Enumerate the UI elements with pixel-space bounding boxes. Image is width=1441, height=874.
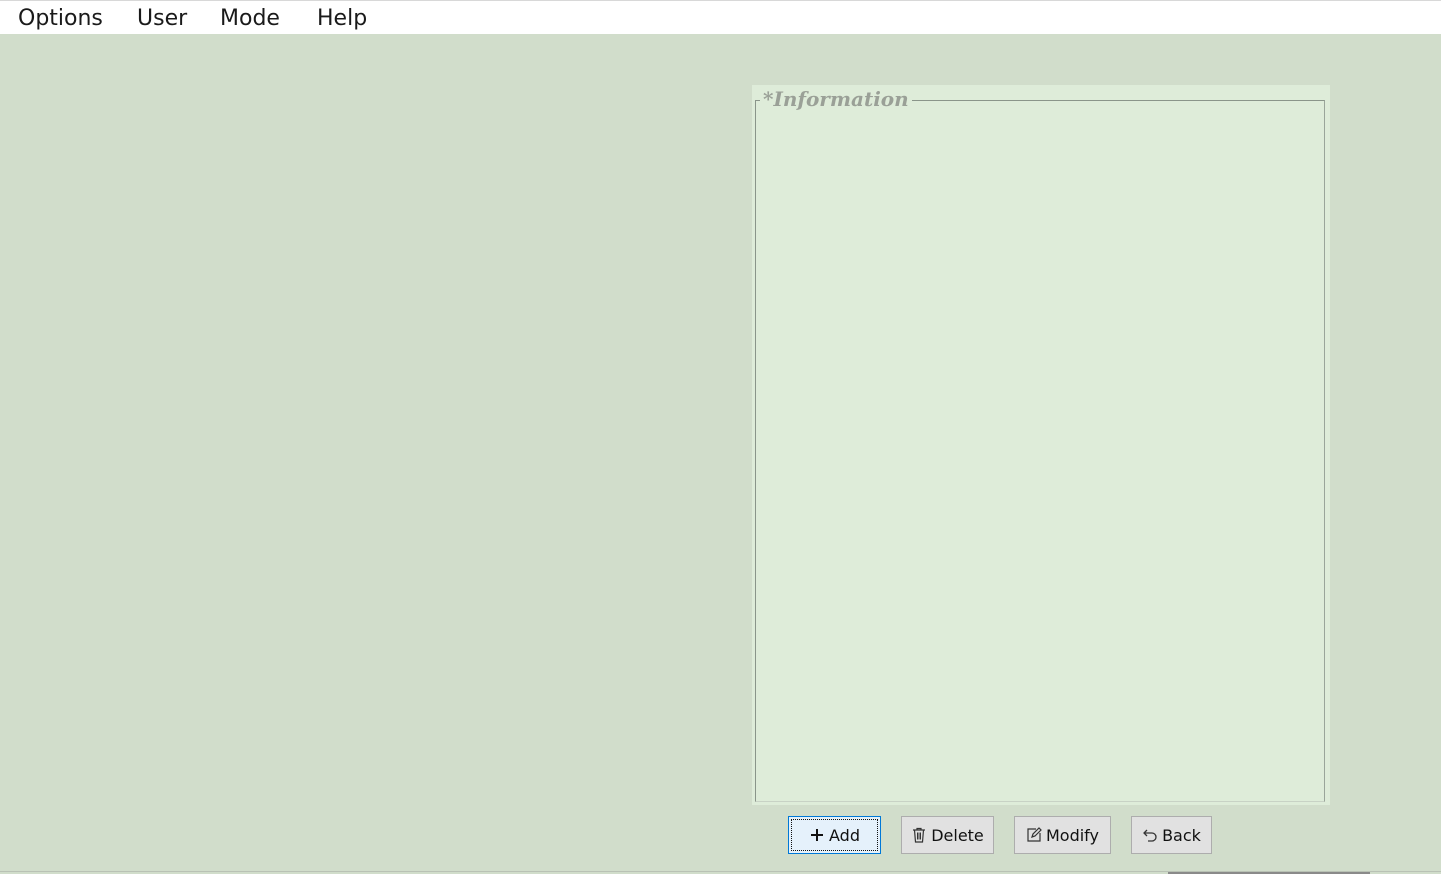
delete-button[interactable]: Delete: [901, 816, 994, 854]
modify-button[interactable]: Modify: [1014, 816, 1111, 854]
modify-button-label: Modify: [1045, 825, 1099, 845]
add-button-label: Add: [829, 825, 860, 845]
information-panel: *Information: [752, 85, 1330, 805]
edit-icon: [1026, 827, 1042, 843]
delete-button-label: Delete: [931, 825, 984, 845]
add-button[interactable]: Add: [788, 816, 881, 854]
undo-arrow-icon: [1142, 827, 1158, 843]
back-button[interactable]: Back: [1131, 816, 1212, 854]
plus-icon: [809, 827, 825, 843]
menu-options[interactable]: Options: [18, 6, 103, 31]
information-groupbox: [755, 100, 1325, 802]
menu-mode[interactable]: Mode: [220, 6, 280, 31]
menu-help[interactable]: Help: [317, 6, 367, 31]
menu-bar: Options User Mode Help: [0, 0, 1441, 34]
back-button-label: Back: [1162, 825, 1201, 845]
trash-icon: [911, 827, 927, 843]
menu-user[interactable]: User: [137, 6, 187, 31]
information-legend: *Information: [760, 85, 912, 113]
